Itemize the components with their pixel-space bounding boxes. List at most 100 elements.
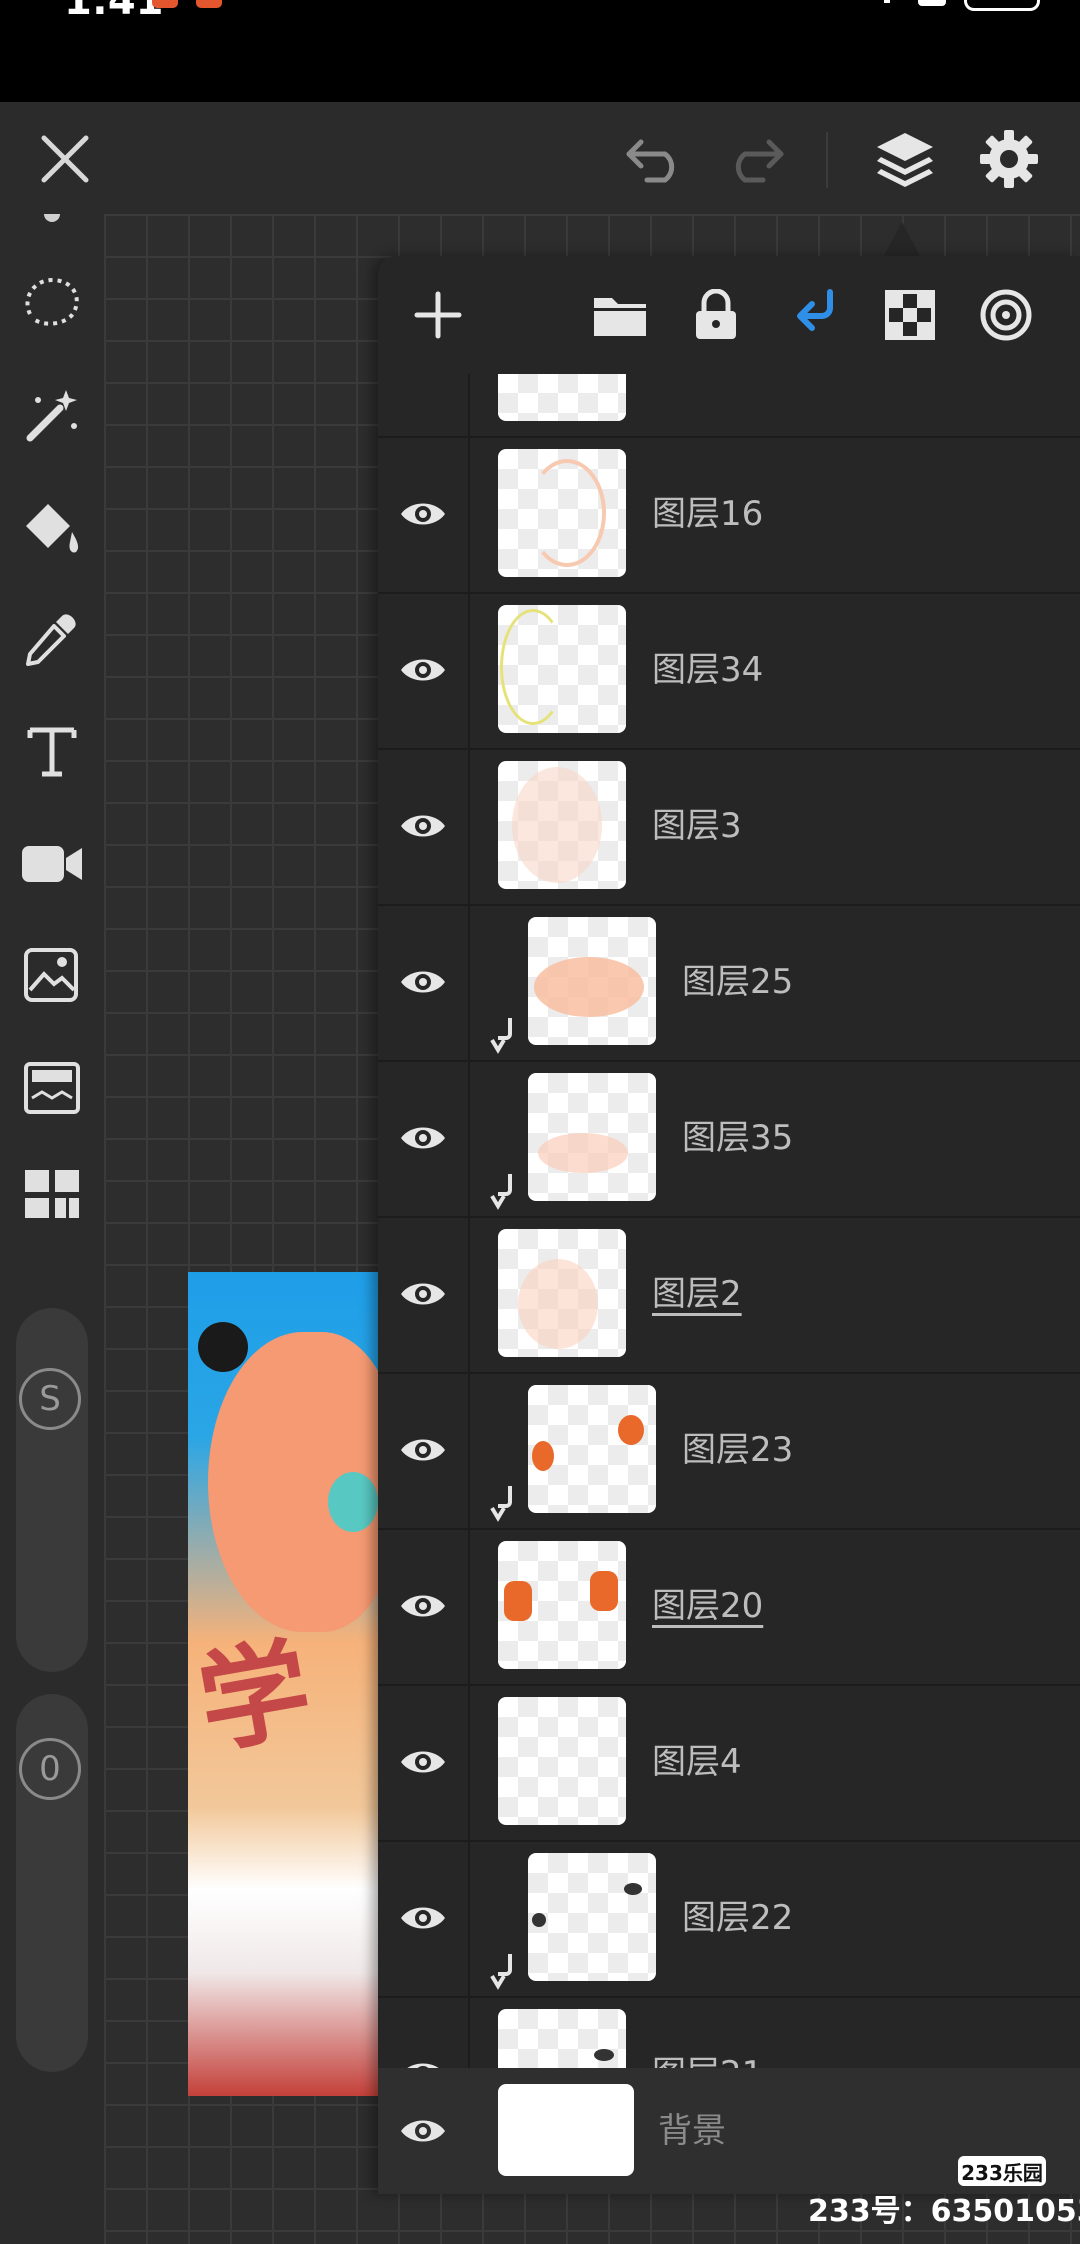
close-icon[interactable] — [30, 124, 100, 194]
clipping-arrow-icon — [490, 1954, 512, 1990]
layer-row[interactable]: 图层23 — [378, 1372, 1080, 1530]
eye-icon — [401, 1751, 445, 1773]
watermark-text: 233号：63501053 — [808, 2194, 1080, 2229]
layer-row[interactable]: 图层20 — [378, 1528, 1080, 1686]
add-layer-icon[interactable] — [406, 283, 470, 347]
layers-icon[interactable] — [866, 120, 944, 198]
text-tool-icon[interactable] — [16, 716, 88, 788]
layer-name: 图层4 — [652, 1742, 742, 1782]
layer-thumbnail — [528, 917, 656, 1045]
layer-name: 图层16 — [652, 494, 764, 534]
clipping-mask-icon[interactable] — [782, 283, 846, 347]
layer-row[interactable]: 图层4 — [378, 1684, 1080, 1842]
layer-row[interactable]: 图层21 — [378, 1996, 1080, 2068]
layer-name: 图层35 — [682, 1118, 794, 1158]
eye-icon — [401, 659, 445, 681]
layers-panel: 图层16 图层34 图层3 图层25 图层35 图层2 图层23 图层20 图层… — [378, 256, 1080, 2194]
notification-icon — [152, 0, 178, 8]
eye-icon — [401, 2120, 445, 2142]
lasso-select-icon[interactable] — [16, 266, 88, 338]
eye-icon — [401, 815, 445, 837]
undo-icon[interactable] — [618, 124, 694, 194]
layer-thumbnail — [528, 1853, 656, 1981]
brush-size-label: S — [39, 1379, 61, 1419]
layer-thumbnail — [528, 1385, 656, 1513]
layer-thumbnail — [498, 605, 626, 733]
layer-thumbnail — [498, 1229, 626, 1357]
eye-icon — [401, 971, 445, 993]
visibility-toggle[interactable] — [378, 436, 470, 592]
import-image-icon[interactable] — [16, 940, 88, 1012]
eyedropper-icon[interactable] — [16, 604, 88, 676]
art-ear — [198, 1322, 248, 1372]
visibility-toggle[interactable] — [378, 1996, 470, 2068]
layer-thumbnail — [498, 761, 626, 889]
visibility-toggle[interactable] — [378, 592, 470, 748]
left-toolbar: S 0 — [0, 214, 104, 2244]
background-layer-name: 背景 — [658, 2111, 726, 2151]
layer-row[interactable]: 图层25 — [378, 904, 1080, 1062]
brush-opacity-knob[interactable]: 0 — [19, 1738, 81, 1800]
watermark-logo: 233乐园 — [958, 2156, 1046, 2186]
grid-layout-icon[interactable] — [16, 1158, 88, 1230]
visibility-toggle[interactable] — [378, 1684, 470, 1840]
layer-name: 图层25 — [682, 962, 794, 1002]
status-time: 1:41 — [64, 0, 164, 24]
visibility-toggle[interactable] — [378, 1060, 470, 1216]
magic-wand-icon[interactable] — [16, 380, 88, 452]
divider — [826, 132, 828, 188]
layer-name: 图层21 — [652, 1996, 763, 2068]
top-bar — [0, 102, 1080, 215]
layer-thumbnail — [528, 1073, 656, 1201]
layer-row[interactable]: 图层35 — [378, 1060, 1080, 1218]
layer-row[interactable]: 图层22 — [378, 1840, 1080, 1998]
layers-toolbar — [378, 256, 1080, 374]
layer-thumbnail — [498, 1541, 626, 1669]
eye-icon — [401, 1907, 445, 1929]
eye-icon — [401, 1283, 445, 1305]
brush-size-slider[interactable] — [16, 1308, 88, 1672]
artwork-canvas[interactable]: 学 — [188, 1272, 378, 2096]
lock-icon[interactable] — [684, 283, 748, 347]
visibility-toggle[interactable] — [378, 1840, 470, 1996]
paint-bucket-icon[interactable] — [16, 492, 88, 564]
layer-row[interactable] — [378, 374, 1080, 438]
gear-icon[interactable] — [970, 120, 1048, 198]
layer-row[interactable]: 图层34 — [378, 592, 1080, 750]
redo-icon[interactable] — [716, 124, 792, 194]
layer-row[interactable]: 图层2 — [378, 1216, 1080, 1374]
visibility-toggle[interactable] — [378, 904, 470, 1060]
panel-pointer — [884, 222, 920, 256]
eye-icon — [401, 503, 445, 525]
video-record-icon[interactable] — [16, 828, 88, 900]
notification-icon — [918, 0, 946, 6]
visibility-toggle[interactable] — [378, 1372, 470, 1528]
brush-size-knob[interactable]: S — [19, 1368, 81, 1430]
art-eye — [328, 1472, 378, 1532]
filter-icon[interactable] — [16, 1052, 88, 1124]
layer-thumbnail — [498, 374, 626, 421]
notification-icon — [196, 0, 222, 8]
layer-row[interactable]: 图层16 — [378, 436, 1080, 594]
transparency-icon[interactable] — [878, 283, 942, 347]
status-icons — [870, 0, 1040, 11]
layer-row[interactable]: 图层3 — [378, 748, 1080, 906]
visibility-toggle[interactable] — [378, 2068, 468, 2194]
visibility-toggle[interactable] — [378, 748, 470, 904]
layer-name: 图层3 — [652, 806, 742, 846]
folder-icon[interactable] — [588, 283, 652, 347]
blend-mode-icon[interactable] — [974, 283, 1038, 347]
layer-thumbnail — [498, 2009, 626, 2068]
visibility-toggle[interactable] — [378, 1528, 470, 1684]
chevron-down-icon[interactable] — [44, 214, 60, 222]
layer-thumbnail — [498, 449, 626, 577]
visibility-toggle[interactable] — [378, 1216, 470, 1372]
layer-name: 图层22 — [682, 1898, 794, 1938]
status-bar: 1:41 — [0, 0, 1080, 102]
eye-icon — [401, 1595, 445, 1617]
battery-icon — [964, 0, 1040, 11]
layer-name: 图层2 — [652, 1274, 742, 1314]
layer-thumbnail — [498, 2084, 634, 2176]
eye-icon — [401, 1439, 445, 1461]
layer-list[interactable]: 图层16 图层34 图层3 图层25 图层35 图层2 图层23 图层20 图层… — [378, 374, 1080, 2068]
